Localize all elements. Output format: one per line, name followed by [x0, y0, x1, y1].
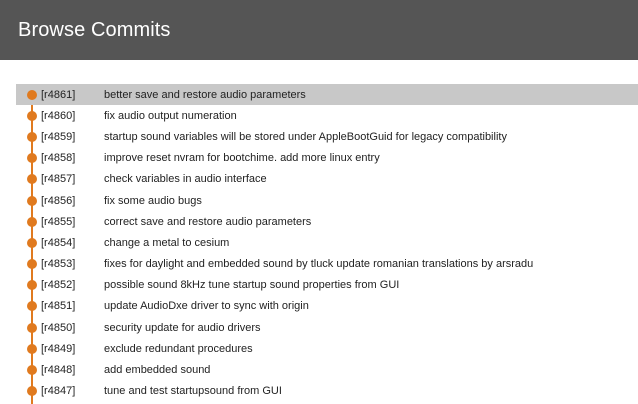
commit-dot-icon — [27, 195, 37, 206]
commit-message: tune and test startupsound from GUI — [104, 385, 282, 398]
commit-row[interactable]: [r4857] check variables in audio interfac… — [16, 169, 638, 190]
commit-message: exclude redundant procedures — [104, 342, 253, 355]
commit-revision-link[interactable]: [r4847] — [41, 385, 101, 397]
commit-dot-icon — [27, 153, 37, 164]
commit-dot-icon — [27, 301, 37, 312]
commit-row[interactable]: [r4847] tune and test startupsound from G… — [16, 381, 638, 402]
commit-row[interactable]: [r4853] fixes for daylight and embedded s… — [16, 254, 638, 275]
commit-revision-link[interactable]: [r4848] — [41, 364, 101, 376]
commit-revision-link[interactable]: [r4850] — [41, 322, 101, 334]
commit-revision-link[interactable]: [r4861] — [41, 89, 101, 101]
commit-row[interactable]: [r4861] better save and restore audio par… — [16, 84, 638, 106]
commit-message: fix some audio bugs — [104, 194, 202, 207]
commit-revision-link[interactable]: [r4855] — [41, 216, 101, 228]
commit-revision-link[interactable]: [r4849] — [41, 343, 101, 355]
commit-row[interactable]: [r4859] startup sound variables will be s… — [16, 126, 638, 147]
commit-dot-icon — [27, 131, 37, 142]
commit-message: possible sound 8kHz tune startup sound p… — [104, 279, 400, 292]
commit-row[interactable]: [r4855] correct save and restore audio pa… — [16, 211, 638, 232]
commit-message: correct save and restore audio parameter… — [104, 215, 312, 228]
commit-dot-icon — [27, 174, 37, 185]
commit-revision-link[interactable]: [r4858] — [41, 152, 101, 164]
commit-dot-icon — [27, 322, 37, 333]
commit-revision-link[interactable]: [r4860] — [41, 110, 101, 122]
commit-message: change a metal to cesium — [104, 236, 230, 249]
commit-message: startup sound variables will be stored u… — [104, 130, 507, 143]
commit-row[interactable]: [r4849] exclude redundant procedures — [16, 338, 638, 359]
commit-dot-icon — [27, 237, 37, 248]
commit-revision-link[interactable]: [r4856] — [41, 195, 101, 207]
commit-message: better save and restore audio parameters — [104, 88, 306, 101]
page-title: Browse Commits — [18, 18, 171, 41]
commit-row[interactable]: [r4860] fix audio output numeration — [16, 105, 638, 126]
commit-list: [r4861] better save and restore audio par… — [16, 84, 638, 402]
commit-message: add embedded sound — [104, 364, 211, 377]
commit-dot-icon — [27, 110, 37, 121]
commit-row[interactable]: [r4850] security update for audio drivers — [16, 317, 638, 338]
commit-dot-icon — [27, 216, 37, 227]
commit-message: fixes for daylight and embedded sound by… — [104, 258, 534, 271]
commit-message: security update for audio drivers — [104, 321, 261, 334]
commit-message: improve reset nvram for bootchime. add m… — [104, 152, 380, 165]
page-header: Browse Commits — [0, 0, 638, 60]
commit-dot-icon — [27, 365, 37, 376]
commit-row[interactable]: [r4851] update AudioDxe driver to sync wi… — [16, 296, 638, 317]
commit-row[interactable]: [r4852] possible sound 8kHz tune startup … — [16, 275, 638, 296]
commit-revision-link[interactable]: [r4851] — [41, 300, 101, 312]
commit-dot-icon — [27, 259, 37, 270]
commit-revision-link[interactable]: [r4859] — [41, 131, 101, 143]
commit-revision-link[interactable]: [r4857] — [41, 173, 101, 185]
commit-message: check variables in audio interface — [104, 173, 267, 186]
commit-message: fix audio output numeration — [104, 109, 237, 122]
commit-row[interactable]: [r4848] add embedded sound — [16, 359, 638, 380]
commit-dot-icon — [27, 343, 37, 354]
commit-dot-icon — [27, 89, 37, 100]
commit-revision-link[interactable]: [r4853] — [41, 258, 101, 270]
commit-revision-link[interactable]: [r4852] — [41, 279, 101, 291]
commit-dot-icon — [27, 386, 37, 397]
commit-row[interactable]: [r4858] improve reset nvram for bootchime… — [16, 148, 638, 169]
commit-dot-icon — [27, 280, 37, 291]
commit-revision-link[interactable]: [r4854] — [41, 237, 101, 249]
commit-message: update AudioDxe driver to sync with orig… — [104, 300, 309, 313]
commit-row[interactable]: [r4856] fix some audio bugs — [16, 190, 638, 211]
commit-row[interactable]: [r4854] change a metal to cesium — [16, 232, 638, 253]
